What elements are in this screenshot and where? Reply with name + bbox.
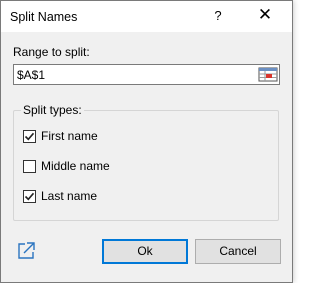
split-types-legend: Split types:: [21, 103, 84, 117]
dialog-title: Split Names: [10, 10, 78, 24]
range-select-icon[interactable]: [258, 67, 278, 82]
close-button[interactable]: ✕: [249, 4, 281, 28]
first-name-checkbox[interactable]: [23, 130, 36, 143]
split-names-dialog: Split Names ? ✕ Range to split: Split ty…: [0, 0, 293, 283]
last-name-checkbox[interactable]: [23, 190, 36, 203]
external-link-icon[interactable]: [16, 241, 36, 261]
cancel-button[interactable]: Cancel: [195, 239, 281, 264]
range-input[interactable]: [14, 65, 254, 84]
middle-name-label: Middle name: [41, 159, 110, 173]
middle-name-checkbox[interactable]: [23, 160, 36, 173]
first-name-label: First name: [41, 129, 98, 143]
ok-button[interactable]: Ok: [102, 239, 188, 264]
last-name-label: Last name: [41, 189, 98, 203]
title-bar[interactable]: Split Names ? ✕: [1, 1, 292, 32]
help-button[interactable]: ?: [204, 4, 232, 28]
range-field[interactable]: [13, 64, 280, 85]
range-label: Range to split:: [13, 45, 90, 59]
